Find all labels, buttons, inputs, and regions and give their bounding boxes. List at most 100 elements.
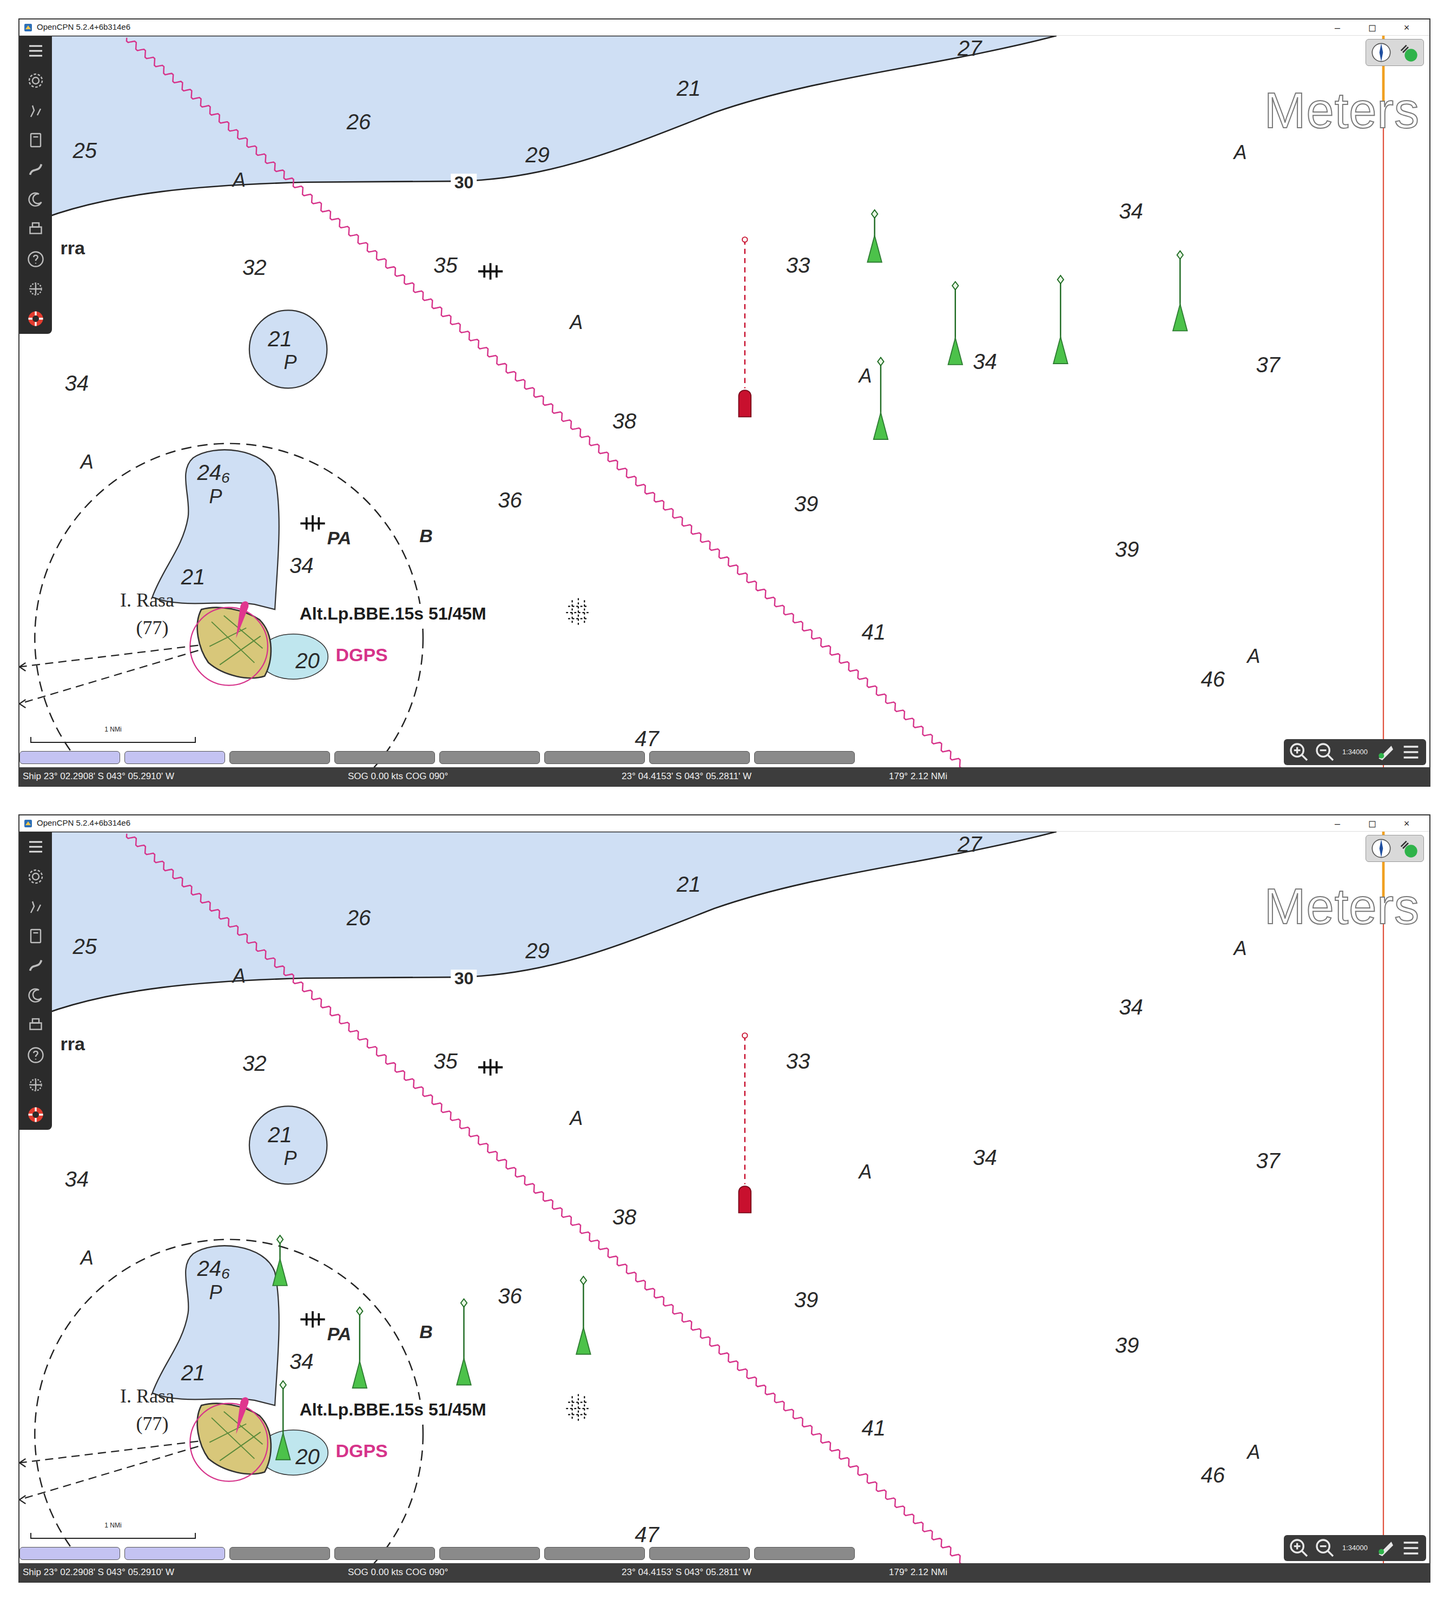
chart-bar-key[interactable]	[334, 750, 435, 764]
chart-bar-key[interactable]	[649, 1546, 750, 1560]
chart-bar-key[interactable]	[334, 1546, 435, 1560]
depth-sounding: 46	[1200, 1463, 1225, 1486]
gps-icon[interactable]	[1397, 837, 1420, 860]
chart-bar-key[interactable]	[544, 1546, 645, 1560]
own-ship[interactable]	[738, 236, 751, 417]
chart-bar-key[interactable]	[544, 750, 645, 764]
lifebuoy-part	[28, 311, 44, 327]
gps-icon[interactable]	[1397, 41, 1420, 64]
depth-sounding: 21	[267, 1123, 293, 1146]
ais-target[interactable]	[272, 1235, 287, 1286]
chart-canvas[interactable]: 2721262925A30rra323521P34A3334A37A3438A3…	[19, 831, 1430, 1563]
ais-target[interactable]	[1172, 251, 1187, 332]
close-button[interactable]: ×	[1391, 20, 1422, 35]
compass-icon[interactable]	[1370, 837, 1393, 860]
zoom-in-icon[interactable]	[1288, 741, 1310, 763]
depth-sounding: 34	[289, 554, 314, 577]
chart-bar-key[interactable]	[19, 1546, 121, 1560]
ais-target[interactable]	[867, 209, 882, 263]
status-field: Ship 23° 02.2908' S 043° 05.2910' W	[22, 1565, 348, 1580]
menu-icon[interactable]	[25, 836, 46, 857]
chart-bar-key[interactable]	[649, 750, 750, 764]
quilt-icon[interactable]	[1374, 1537, 1396, 1559]
chart-bar-key[interactable]	[754, 1546, 855, 1560]
window-title: OpenCPN 5.2.4+6b314e6	[36, 21, 1318, 34]
maximize-button[interactable]: ◻	[1356, 20, 1388, 35]
chart-label: A	[1247, 1442, 1261, 1462]
settings-part	[29, 869, 43, 883]
chart-bar-key[interactable]	[19, 750, 121, 764]
depth-sounding: 37	[1255, 353, 1281, 376]
zoom-out-icon[interactable]	[1314, 1537, 1336, 1559]
quilt-icon[interactable]	[1374, 741, 1396, 763]
compass-box	[1365, 834, 1424, 862]
ais-target[interactable]	[456, 1298, 471, 1385]
maximize-button[interactable]: ◻	[1356, 816, 1388, 831]
ais-target[interactable]	[948, 281, 963, 365]
zoom-out-icon[interactable]	[1314, 741, 1336, 763]
lifebuoy-icon[interactable]	[25, 308, 46, 329]
ais-part	[30, 284, 41, 294]
chart-bar-key[interactable]	[124, 750, 226, 764]
track-icon[interactable]	[25, 160, 46, 180]
menu-part	[1403, 1542, 1419, 1554]
minimize-button[interactable]: –	[1322, 816, 1353, 831]
chart-icon[interactable]	[25, 130, 46, 150]
zoom-in-icon[interactable]	[1288, 1537, 1310, 1559]
gps-part	[1404, 844, 1417, 857]
tide-icon[interactable]	[25, 985, 46, 1006]
chart-canvas[interactable]: 2721262925A30rra323521P34A3334A37A3438A3…	[19, 35, 1430, 768]
close-button[interactable]: ×	[1391, 816, 1422, 831]
ais-target[interactable]	[873, 357, 888, 440]
vector-end	[280, 1380, 287, 1389]
chart-bar-key[interactable]	[124, 1546, 226, 1560]
chart-icon[interactable]	[25, 926, 46, 946]
status-field: 23° 04.4153' S 043° 05.2811' W	[621, 1565, 889, 1580]
track-icon[interactable]	[25, 955, 46, 976]
chart-bar-key[interactable]	[754, 750, 855, 764]
depth-sounding: 47	[634, 1523, 659, 1546]
ais-icon[interactable]	[25, 1074, 46, 1095]
print-part	[30, 227, 42, 234]
course-vector	[282, 1384, 284, 1440]
chart-bar-key[interactable]	[229, 750, 331, 764]
ais-icon[interactable]	[25, 279, 46, 299]
menu-icon[interactable]	[1400, 741, 1422, 763]
depth-sounding: 34	[1118, 996, 1144, 1018]
settings-icon[interactable]	[25, 866, 46, 887]
depth-sounding: 25	[73, 139, 98, 162]
chart-bar-key[interactable]	[229, 1546, 331, 1560]
help-part	[33, 1051, 38, 1060]
ais-target-icon	[272, 1258, 287, 1286]
ais-target[interactable]	[352, 1307, 367, 1389]
ais-target[interactable]	[1053, 275, 1068, 364]
own-ship[interactable]	[738, 1032, 751, 1213]
app-icon	[23, 23, 33, 32]
chart-scale: 1:34000	[1340, 1542, 1370, 1554]
app-icon-part	[25, 821, 31, 826]
menu-icon[interactable]	[25, 41, 46, 61]
menu-icon[interactable]	[1400, 1537, 1422, 1559]
depth-sounding: 35	[433, 254, 458, 276]
depth-sounding: 24₆	[196, 461, 230, 484]
chart-label: B	[419, 1322, 433, 1341]
compass-icon[interactable]	[1370, 41, 1393, 64]
route-icon[interactable]	[25, 100, 46, 121]
minimize-button[interactable]: –	[1322, 20, 1353, 35]
settings-icon[interactable]	[25, 70, 46, 91]
help-icon[interactable]	[25, 1045, 46, 1065]
depth-sounding: 26	[346, 906, 372, 929]
lifebuoy-icon[interactable]	[25, 1104, 46, 1125]
ais-target[interactable]	[275, 1380, 290, 1460]
ais-target[interactable]	[576, 1276, 591, 1355]
route-icon[interactable]	[25, 896, 46, 916]
quilt-part	[1378, 1548, 1384, 1555]
ais-target-icon	[1053, 337, 1068, 364]
chart-bar-key[interactable]	[439, 1546, 540, 1560]
print-icon[interactable]	[25, 219, 46, 240]
help-icon[interactable]	[25, 249, 46, 269]
tide-icon[interactable]	[25, 189, 46, 210]
chart-bar-key[interactable]	[439, 750, 540, 764]
print-icon[interactable]	[25, 1015, 46, 1035]
course-vector	[359, 1310, 361, 1368]
